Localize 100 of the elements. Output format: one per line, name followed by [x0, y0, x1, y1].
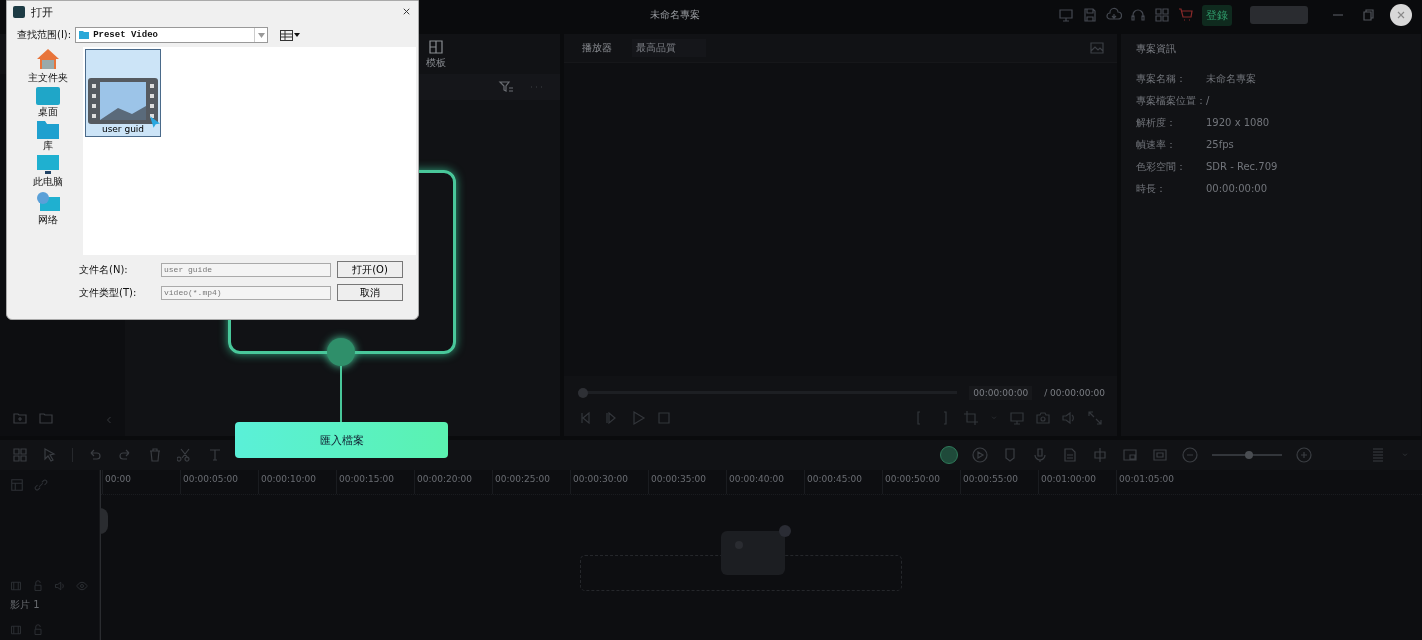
- folder-icon: [37, 121, 59, 139]
- apps-icon[interactable]: [12, 447, 28, 463]
- player-tab[interactable]: 播放器: [576, 40, 618, 56]
- monitor-icon[interactable]: [1009, 410, 1025, 426]
- add-track-icon[interactable]: [10, 478, 24, 492]
- lock-icon[interactable]: [32, 624, 44, 636]
- open-button[interactable]: 打开(O): [337, 261, 403, 278]
- view-icon: [280, 29, 301, 41]
- filter-icon[interactable]: [498, 79, 514, 95]
- lock-icon[interactable]: [32, 580, 44, 592]
- import-button[interactable]: 匯入檔案: [235, 422, 448, 458]
- zoom-thumb[interactable]: [1245, 451, 1254, 459]
- media-icon: [721, 525, 791, 575]
- panel-title: 專案資訊: [1135, 42, 1177, 56]
- property-value: 25fps: [1206, 138, 1235, 151]
- dropdown-arrow-icon: [257, 32, 265, 38]
- file-item[interactable]: user guid: [85, 49, 161, 137]
- save-icon[interactable]: [1082, 7, 1098, 23]
- trash-icon[interactable]: [147, 447, 163, 463]
- restore-icon[interactable]: [1360, 7, 1376, 23]
- place-item[interactable]: 库: [37, 121, 59, 153]
- fullscreen-icon[interactable]: [1087, 410, 1103, 426]
- headset-icon[interactable]: [1130, 7, 1146, 23]
- property-label: 時長：: [1136, 182, 1167, 195]
- property-value: 1920 x 1080: [1206, 116, 1271, 129]
- property-value: SDR - Rec.709: [1206, 160, 1279, 173]
- crop-icon[interactable]: [963, 410, 979, 426]
- file-type-dropdown[interactable]: video(*.mp4): [161, 285, 331, 300]
- play-icon[interactable]: [630, 410, 646, 426]
- shield-icon[interactable]: [1002, 447, 1018, 463]
- place-item[interactable]: 主文件夹: [28, 47, 68, 85]
- property-value: 00:00:00:00: [1206, 182, 1268, 195]
- zoom-out-icon[interactable]: [1182, 447, 1198, 463]
- template-icon[interactable]: [428, 38, 444, 55]
- view-menu-button[interactable]: [280, 29, 301, 41]
- film-icon[interactable]: [10, 624, 22, 636]
- progress-thumb[interactable]: [578, 388, 588, 398]
- new-folder-icon[interactable]: [12, 410, 28, 426]
- home-icon: [35, 47, 61, 71]
- document-icon[interactable]: [1062, 447, 1078, 463]
- speaker-icon[interactable]: [54, 580, 66, 592]
- total-time: / 00:00:00:00: [1044, 388, 1105, 398]
- login-button[interactable]: 登錄: [1202, 4, 1232, 26]
- cancel-button[interactable]: 取消: [337, 284, 403, 301]
- property-label: 色彩空間：: [1136, 160, 1187, 173]
- frame-icon[interactable]: [1152, 447, 1168, 463]
- drop-zone[interactable]: [580, 555, 902, 591]
- film-icon[interactable]: [10, 580, 22, 592]
- speaker-icon[interactable]: [1061, 410, 1077, 426]
- select-icon[interactable]: [42, 447, 58, 463]
- place-item[interactable]: 桌面: [36, 87, 60, 119]
- property-value: 未命名專案: [1206, 72, 1257, 85]
- apps-icon[interactable]: [1154, 7, 1170, 23]
- ruler-label: 00:00:15:00: [336, 470, 414, 494]
- window-title: 未命名專案: [650, 8, 700, 22]
- place-item[interactable]: 网络: [36, 191, 60, 227]
- monitor-icon: [37, 155, 59, 175]
- camera-icon[interactable]: [1035, 410, 1051, 426]
- split-icon[interactable]: [1092, 447, 1108, 463]
- ruler-label: 00:00:10:00: [258, 470, 336, 494]
- cursor-icon: [150, 116, 160, 128]
- template-tab[interactable]: 模板: [420, 37, 452, 71]
- text-icon[interactable]: [207, 447, 223, 463]
- ruler-label: 00:00:20:00: [414, 470, 492, 494]
- look-in-dropdown[interactable]: Preset Video: [75, 27, 269, 43]
- cart-icon[interactable]: [1178, 7, 1194, 23]
- quality-dropdown[interactable]: 最高品質: [632, 39, 706, 57]
- ruler-label: 00:00:45:00: [804, 470, 882, 494]
- property-label: 解析度：: [1136, 116, 1177, 129]
- network-icon: [36, 191, 60, 213]
- leader-line: [340, 366, 342, 422]
- property-value: /: [1206, 94, 1211, 107]
- scissors-icon[interactable]: [177, 447, 193, 463]
- track-label: 影片 1: [10, 598, 41, 612]
- eye-icon[interactable]: [76, 580, 88, 592]
- current-time: 00:00:00:00: [969, 386, 1033, 400]
- ruler-label: 00:00:30:00: [570, 470, 648, 494]
- folder-icon: [79, 31, 90, 39]
- picture-in-picture-icon[interactable]: [1122, 447, 1138, 463]
- ruler-label: 00:00:35:00: [648, 470, 726, 494]
- property-label: 專案名稱：: [1136, 72, 1187, 85]
- close-button[interactable]: [1390, 4, 1412, 26]
- ruler-label: 00:00:25:00: [492, 470, 570, 494]
- ruler-label: 00:00:55:00: [960, 470, 1038, 494]
- folder-icon: [36, 87, 60, 105]
- video-file-icon: [88, 78, 158, 124]
- look-in-label: 查找范围(I):: [17, 28, 72, 42]
- property-label: 專案檔案位置：: [1136, 94, 1206, 107]
- link-icon[interactable]: [34, 478, 48, 492]
- ruler-label: 00:01:00:00: [1038, 470, 1116, 494]
- zoom-in-icon[interactable]: [1296, 447, 1312, 463]
- folder-icon[interactable]: [38, 410, 54, 426]
- monitor-icon[interactable]: [1058, 7, 1074, 23]
- stop-icon[interactable]: [656, 410, 672, 426]
- file-name-field[interactable]: user guide: [161, 262, 331, 277]
- property-label: 幀速率：: [1136, 138, 1177, 151]
- image-icon[interactable]: [1089, 40, 1105, 56]
- microphone-icon[interactable]: [1032, 447, 1048, 463]
- place-item[interactable]: 此电脑: [33, 155, 63, 189]
- cloud-icon[interactable]: [1106, 7, 1122, 23]
